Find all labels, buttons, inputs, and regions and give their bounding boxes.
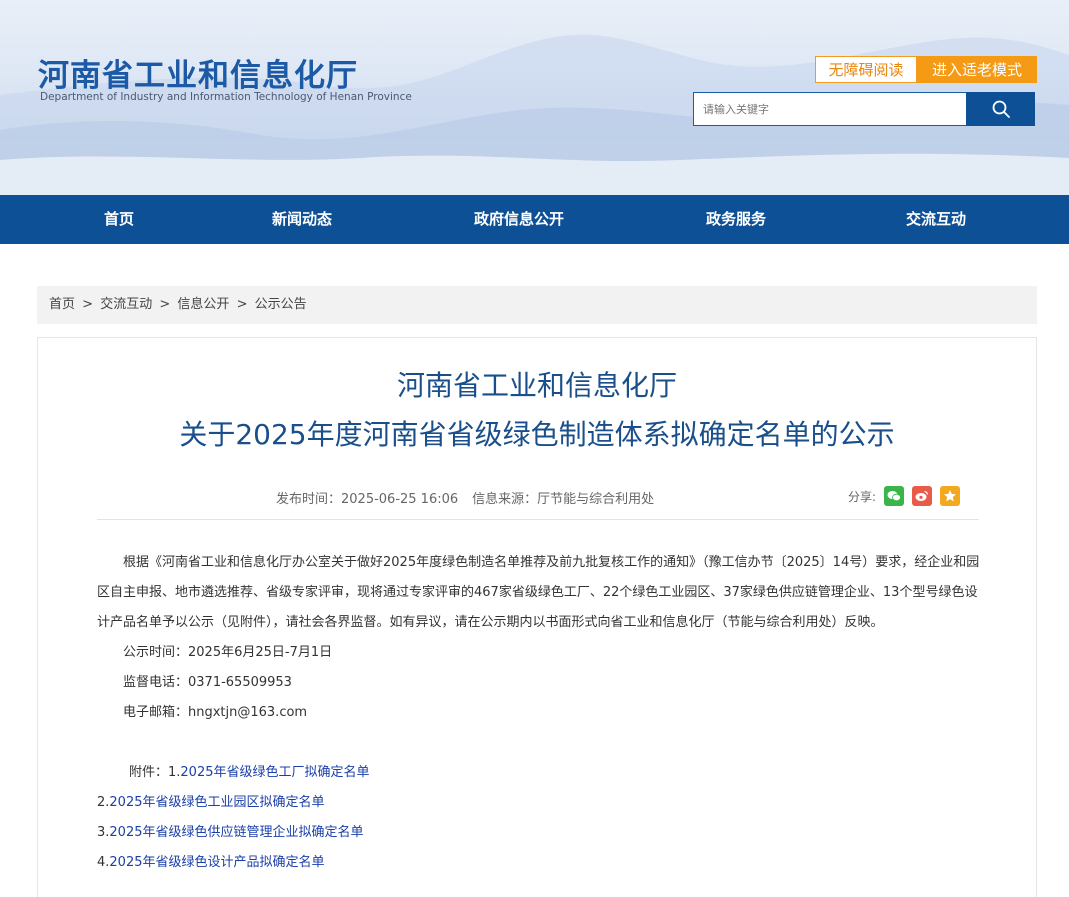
- main-paragraph: 根据《河南省工业和信息化厅办公室关于做好2025年度绿色制造名单推荐及前九批复核…: [97, 555, 980, 630]
- attachment-number: 3.: [97, 825, 110, 840]
- search-button[interactable]: [966, 92, 1035, 126]
- wechat-share-icon[interactable]: [884, 486, 905, 506]
- breadcrumb-announcements[interactable]: 公示公告: [255, 297, 307, 312]
- attachment-link-4[interactable]: 2025年省级绿色设计产品拟确定名单: [109, 855, 324, 870]
- article-meta: 发布时间：2025-06-25 16:06 信息来源：厅节能与综合利用处: [276, 488, 654, 507]
- nav-item-gov-info[interactable]: 政府信息公开: [474, 195, 564, 244]
- breadcrumb: 首页 > 交流互动 > 信息公开 > 公示公告: [37, 286, 1037, 324]
- site-header: 河南省工业和信息化厅 Department of Industry and In…: [0, 0, 1069, 195]
- attachment-number: 4.: [97, 855, 110, 870]
- attachment-1: 附件：1.2025年省级绿色工厂拟确定名单: [97, 758, 983, 788]
- elder-mode-button[interactable]: 进入适老模式: [917, 56, 1037, 83]
- site-title[interactable]: 河南省工业和信息化厅: [38, 50, 358, 95]
- attachment-2: 2.2025年省级绿色工业园区拟确定名单: [97, 788, 983, 818]
- breadcrumb-interaction[interactable]: 交流互动: [100, 297, 152, 312]
- accessibility-button[interactable]: 无障碍阅读: [815, 56, 917, 83]
- nav-item-interaction[interactable]: 交流互动: [906, 195, 966, 244]
- attachment-number: 2.: [97, 795, 110, 810]
- weibo-share-icon[interactable]: [912, 486, 933, 506]
- wechat-icon: [887, 491, 901, 502]
- nav-item-news[interactable]: 新闻动态: [272, 195, 332, 244]
- breadcrumb-separator: >: [82, 297, 94, 312]
- breadcrumb-separator: >: [159, 297, 171, 312]
- article-body: 根据《河南省工业和信息化厅办公室关于做好2025年度绿色制造名单推荐及前九批复核…: [97, 548, 983, 878]
- attachment-3: 3.2025年省级绿色供应链管理企业拟确定名单: [97, 818, 983, 848]
- attachment-link-2[interactable]: 2025年省级绿色工业园区拟确定名单: [109, 795, 324, 810]
- breadcrumb-info-public[interactable]: 信息公开: [177, 297, 229, 312]
- star-icon: [944, 490, 957, 502]
- publish-time: 发布时间：2025-06-25 16:06: [276, 492, 459, 507]
- nav-item-services[interactable]: 政务服务: [706, 195, 766, 244]
- search-icon: [992, 100, 1010, 118]
- weibo-icon: [915, 490, 929, 501]
- article: 河南省工业和信息化厅 关于2025年度河南省省级绿色制造体系拟确定名单的公示 发…: [37, 337, 1037, 897]
- attachment-4: 4.2025年省级绿色设计产品拟确定名单: [97, 848, 983, 878]
- article-title-line2: 关于2025年度河南省省级绿色制造体系拟确定名单的公示: [179, 418, 895, 451]
- search-input[interactable]: [693, 92, 966, 126]
- info-source: 信息来源：厅节能与综合利用处: [472, 492, 655, 507]
- attachment-label: 附件：1.: [129, 765, 181, 780]
- article-title-line1: 河南省工业和信息化厅: [396, 369, 677, 402]
- breadcrumb-separator: >: [236, 297, 248, 312]
- attachment-link-1[interactable]: 2025年省级绿色工厂拟确定名单: [180, 765, 369, 780]
- share-bar: 分享:: [848, 486, 961, 506]
- meta-divider: [97, 519, 979, 520]
- attachment-link-3[interactable]: 2025年省级绿色供应链管理企业拟确定名单: [109, 825, 363, 840]
- breadcrumb-home[interactable]: 首页: [49, 297, 75, 312]
- favorite-share-icon[interactable]: [940, 486, 961, 506]
- main-nav: 首页 新闻动态 政府信息公开 政务服务 交流互动: [0, 195, 1069, 244]
- nav-item-home[interactable]: 首页: [104, 195, 134, 244]
- notice-period: 公示时间：2025年6月25日-7月1日: [123, 645, 333, 660]
- site-subtitle-en: Department of Industry and Information T…: [40, 91, 412, 103]
- share-label: 分享:: [848, 489, 877, 504]
- supervision-phone: 监督电话：0371-65509953: [123, 675, 292, 690]
- contact-email: 电子邮箱：hngxtjn@163.com: [123, 705, 308, 720]
